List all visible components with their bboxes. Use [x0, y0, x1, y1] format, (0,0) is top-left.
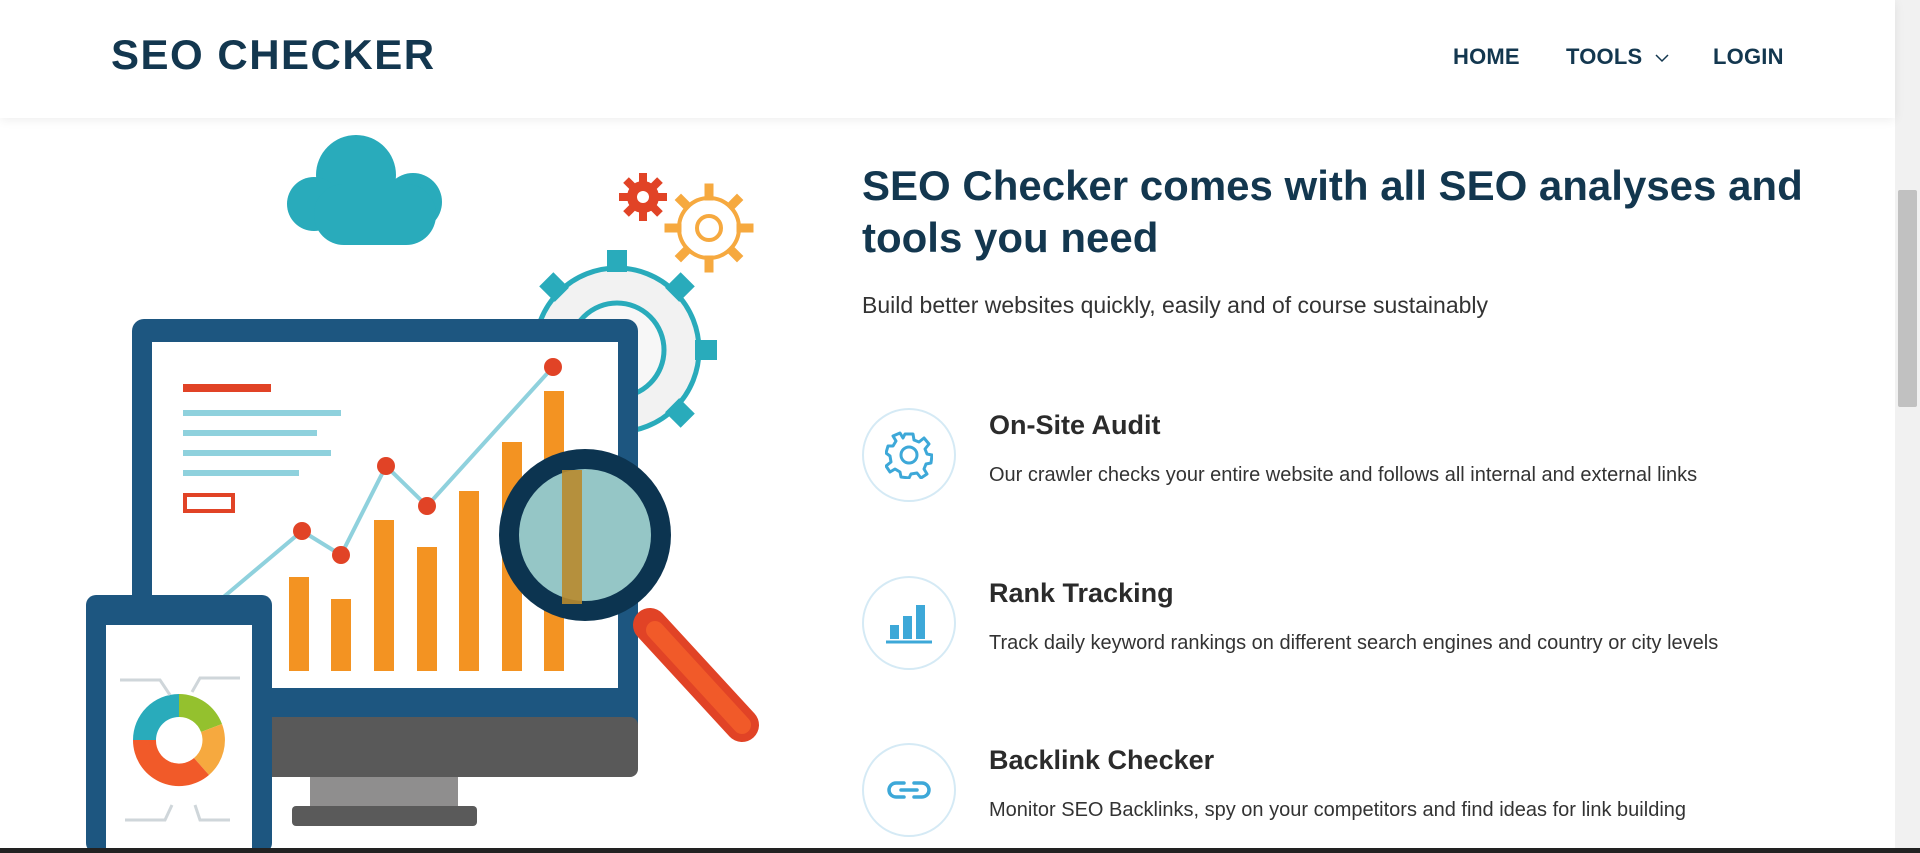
page-scrollbar-thumb[interactable]	[1898, 190, 1917, 407]
main-nav: HOME TOOLS LOGIN	[0, 44, 1895, 70]
feature-backlink-checker: Backlink Checker Monitor SEO Backlinks, …	[862, 743, 1872, 853]
feature-icon-circle	[862, 743, 956, 837]
feature-title: Rank Tracking	[989, 578, 1174, 608]
nav-tools-dropdown[interactable]: TOOLS	[1566, 44, 1669, 70]
nav-login-link[interactable]: LOGIN	[1713, 44, 1784, 70]
orange-gear-icon	[664, 183, 754, 273]
nav-tools-label: TOOLS	[1566, 44, 1643, 69]
cloud-icon	[287, 135, 442, 245]
feature-title: On-Site Audit	[989, 410, 1161, 440]
feature-on-site-audit: On-Site Audit Our crawler checks your en…	[862, 408, 1872, 518]
hero-title: SEO Checker comes with all SEO analyses …	[862, 162, 1803, 261]
feature-description: Track daily keyword rankings on differen…	[989, 632, 1719, 654]
feature-title: Backlink Checker	[989, 745, 1215, 775]
seo-analytics-illustration	[86, 135, 759, 853]
hero-subtitle: Build better websites quickly, easily an…	[862, 292, 1489, 318]
page-scrollbar-track[interactable]	[1895, 0, 1920, 848]
window-bottom-edge	[0, 848, 1920, 853]
link-icon	[887, 781, 931, 799]
feature-description: Monitor SEO Backlinks, spy on your compe…	[989, 799, 1687, 821]
tablet-icon	[86, 595, 272, 853]
feature-description: Our crawler checks your entire website a…	[989, 464, 1698, 486]
chevron-down-icon	[1655, 54, 1669, 62]
gear-icon	[885, 431, 933, 479]
nav-home-link[interactable]: HOME	[1453, 44, 1520, 70]
bar-chart-icon	[886, 605, 932, 644]
feature-icon-circle	[862, 576, 956, 670]
site-header: SEO CHECKER HOME TOOLS LOGIN	[0, 0, 1895, 118]
feature-icon-circle	[862, 408, 956, 502]
feature-rank-tracking: Rank Tracking Track daily keyword rankin…	[862, 576, 1872, 686]
red-gear-icon	[619, 173, 667, 221]
